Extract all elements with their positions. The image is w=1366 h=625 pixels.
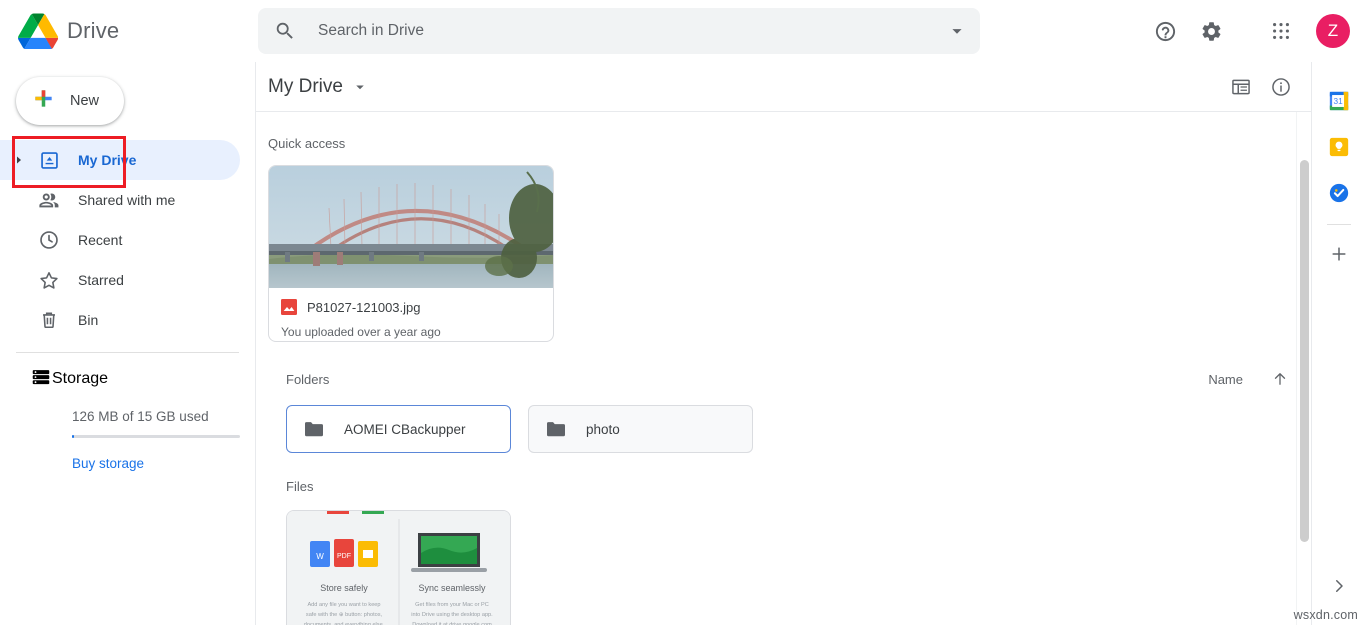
rail-item-tasks[interactable] <box>1328 170 1350 216</box>
quick-access-label: Quick access <box>268 136 346 151</box>
plus-icon <box>1329 244 1349 268</box>
google-tasks-icon <box>1328 182 1350 204</box>
rail-add-button[interactable] <box>1329 233 1349 279</box>
sidebar: New My Drive Shared with me Recent Starr… <box>0 62 255 625</box>
svg-text:PDF: PDF <box>337 553 351 560</box>
files-label: Files <box>286 479 314 494</box>
apps-grid-icon[interactable] <box>1258 8 1304 54</box>
search-icon <box>274 20 296 42</box>
quick-access-meta: P81027-121003.jpg You uploaded over a ye… <box>269 288 553 339</box>
side-panel-rail: 31 <box>1311 62 1366 625</box>
sidebar-item-label: Starred <box>78 272 124 288</box>
svg-text:Add any file you want to keep: Add any file you want to keep <box>307 602 380 608</box>
drive-app: Drive Search in Drive Z New My Drive Sha… <box>0 0 1366 625</box>
rail-item-calendar[interactable]: 31 <box>1328 78 1350 124</box>
quick-access-subtitle: You uploaded over a year ago <box>281 325 441 339</box>
trash-icon <box>38 309 60 331</box>
sidebar-divider <box>16 352 239 353</box>
image-file-icon <box>281 299 297 315</box>
breadcrumb[interactable]: My Drive <box>268 76 343 98</box>
sidebar-item-starred[interactable]: Starred <box>0 260 240 300</box>
svg-text:safe with the ⊕ button: photos: safe with the ⊕ button: photos, <box>306 612 383 618</box>
sort-by-name-button[interactable]: Name <box>1208 372 1243 387</box>
sidebar-item-my-drive[interactable]: My Drive <box>0 140 240 180</box>
scrollbar-thumb[interactable] <box>1300 160 1309 542</box>
expand-triangle-icon[interactable] <box>8 154 30 166</box>
storage-progress-bar <box>72 435 240 438</box>
folder-chip[interactable]: photo <box>528 405 753 453</box>
help-icon[interactable] <box>1142 8 1188 54</box>
folder-icon <box>545 420 567 438</box>
folders-header: Folders Name <box>268 370 1311 388</box>
sidebar-item-recent[interactable]: Recent <box>0 220 240 260</box>
sidebar-item-storage[interactable]: Storage <box>0 359 255 399</box>
new-button[interactable]: New <box>16 77 124 125</box>
google-keep-icon <box>1328 136 1350 158</box>
chevron-right-icon[interactable] <box>1330 577 1348 595</box>
google-calendar-icon: 31 <box>1328 90 1350 112</box>
svg-text:Get files from your Mac or PC: Get files from your Mac or PC <box>415 602 489 608</box>
folder-grid: AOMEI CBackupper photo <box>268 405 1311 453</box>
plus-icon <box>33 88 54 114</box>
sidebar-item-label: Recent <box>78 232 123 248</box>
top-bar-actions: Z <box>1142 0 1366 62</box>
list-view-icon[interactable] <box>1221 67 1261 107</box>
folder-name: photo <box>586 421 620 437</box>
sidebar-item-label: Storage <box>52 370 109 387</box>
folder-name: AOMEI CBackupper <box>344 421 466 437</box>
rail-item-keep[interactable] <box>1328 124 1350 170</box>
sidebar-item-shared-with-me[interactable]: Shared with me <box>0 180 240 220</box>
new-button-label: New <box>70 93 100 109</box>
watermark: wsxdn.com <box>1293 608 1358 622</box>
file-grid: W PDF Store safely Sync seamlessly Add a… <box>268 510 1311 625</box>
content-header: My Drive <box>256 62 1311 112</box>
search-bar[interactable] <box>258 8 980 54</box>
arrow-up-icon[interactable] <box>1271 370 1289 388</box>
folders-label: Folders <box>286 371 330 387</box>
file-card[interactable]: W PDF Store safely Sync seamlessly Add a… <box>286 510 511 625</box>
sidebar-item-label: Bin <box>78 312 99 328</box>
folder-icon <box>303 420 325 438</box>
rail-divider <box>1327 224 1351 225</box>
search-input[interactable] <box>296 22 946 40</box>
svg-text:Store safely: Store safely <box>320 583 368 593</box>
quick-access-file-name: P81027-121003.jpg <box>307 299 421 315</box>
content-scroll-area: Quick access P81027-121003.jpg You uploa… <box>256 112 1311 625</box>
quick-access-card[interactable]: P81027-121003.jpg You uploaded over a ye… <box>268 165 554 342</box>
chevron-down-icon[interactable] <box>351 78 369 96</box>
storage-usage-text: 126 MB of 15 GB used <box>72 409 209 424</box>
info-icon[interactable] <box>1261 67 1301 107</box>
google-drive-logo <box>18 13 59 50</box>
svg-text:Sync seamlessly: Sync seamlessly <box>418 583 486 593</box>
sidebar-item-label: Shared with me <box>78 192 176 208</box>
chevron-down-icon[interactable] <box>946 20 968 42</box>
brand[interactable]: Drive <box>0 13 255 50</box>
avatar[interactable]: Z <box>1316 14 1350 48</box>
sidebar-item-bin[interactable]: Bin <box>0 300 240 340</box>
folder-chip[interactable]: AOMEI CBackupper <box>286 405 511 453</box>
svg-text:W: W <box>316 552 324 561</box>
svg-text:into Drive using the desktop a: into Drive using the desktop app. <box>411 612 493 618</box>
buy-storage-link[interactable]: Buy storage <box>72 456 144 471</box>
sidebar-nav: My Drive Shared with me Recent Starred B… <box>0 140 255 473</box>
shared-with-me-icon <box>38 189 60 211</box>
svg-text:31: 31 <box>1333 97 1343 106</box>
content-scrollbar[interactable] <box>1296 112 1311 625</box>
top-bar: Drive Search in Drive Z <box>0 0 1366 62</box>
my-drive-icon <box>38 149 60 171</box>
quick-access-thumbnail <box>269 166 553 288</box>
clock-icon <box>38 229 60 251</box>
file-thumbnail: W PDF Store safely Sync seamlessly Add a… <box>287 511 510 625</box>
main-content: My Drive Quick access P81027-121003.jpg … <box>255 62 1311 625</box>
brand-name: Drive <box>67 18 120 43</box>
storage-icon <box>30 366 52 393</box>
star-icon <box>38 269 60 291</box>
gear-icon[interactable] <box>1188 8 1234 54</box>
sidebar-item-label: My Drive <box>78 152 137 168</box>
